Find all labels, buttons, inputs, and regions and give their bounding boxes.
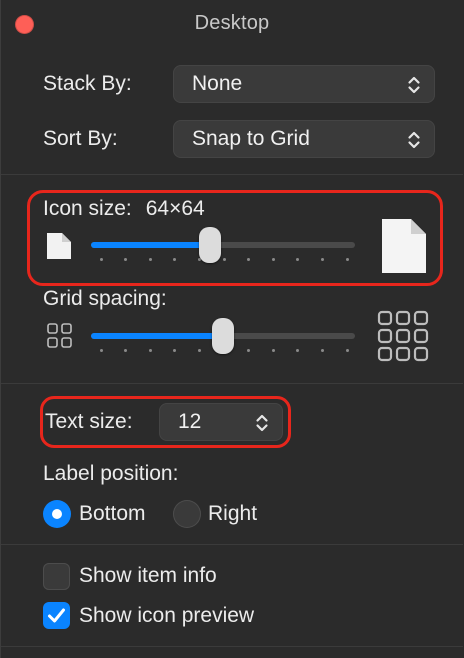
text-size-label: Text size: xyxy=(45,410,133,433)
titlebar: Desktop xyxy=(1,0,463,50)
grid-spacing-slider-thumb[interactable] xyxy=(212,318,234,354)
radio-bottom[interactable] xyxy=(43,500,71,528)
slider-tick xyxy=(222,258,226,261)
stack-by-label: Stack By: xyxy=(43,72,132,95)
stack-by-popup[interactable]: None xyxy=(173,65,435,103)
small-grid-icon xyxy=(47,323,72,348)
show-icon-preview-checkbox[interactable] xyxy=(43,602,70,629)
radio-bottom-label[interactable]: Bottom xyxy=(79,502,146,526)
slider-tick xyxy=(271,349,275,352)
sort-by-popup[interactable]: Snap to Grid xyxy=(173,120,435,158)
label-position-label: Label position: xyxy=(43,462,179,485)
chevron-up-down-icon xyxy=(408,76,420,94)
slider-tick xyxy=(173,349,177,352)
slider-tick xyxy=(296,258,300,261)
sort-by-label: Sort By: xyxy=(43,127,118,150)
slider-tick xyxy=(148,349,152,352)
chevron-up-down-icon xyxy=(408,131,420,149)
text-size-popup[interactable]: 12 xyxy=(159,403,283,441)
icon-size-slider-thumb[interactable] xyxy=(198,227,221,263)
slider-tick xyxy=(148,258,152,261)
desktop-view-options-window: Desktop Stack By: None Sort By: Snap to … xyxy=(0,0,463,658)
slider-tick xyxy=(320,349,324,352)
large-grid-icon xyxy=(377,310,429,362)
slider-tick xyxy=(271,258,275,261)
stack-by-value: None xyxy=(192,72,243,95)
show-item-info-checkbox[interactable] xyxy=(43,563,70,590)
chevron-up-down-icon xyxy=(256,414,268,432)
radio-right-label[interactable]: Right xyxy=(208,502,257,526)
slider-tick xyxy=(99,258,103,261)
slider-tick xyxy=(320,258,324,261)
slider-tick xyxy=(99,349,103,352)
slider-tick xyxy=(296,349,300,352)
divider xyxy=(1,174,463,175)
window-title: Desktop xyxy=(194,12,270,34)
slider-tick xyxy=(124,258,128,261)
slider-tick xyxy=(247,258,251,261)
slider-tick xyxy=(124,349,128,352)
small-document-icon xyxy=(47,233,71,259)
icon-size-slider-track[interactable] xyxy=(91,242,355,248)
divider xyxy=(1,383,463,384)
large-document-icon xyxy=(382,219,426,273)
divider xyxy=(1,646,463,647)
text-size-value: 12 xyxy=(178,410,202,433)
checkmark-icon xyxy=(48,608,65,623)
grid-spacing-slider-fill xyxy=(91,333,223,339)
icon-size-value: 64×64 xyxy=(145,197,205,220)
icon-size-slider-fill xyxy=(91,242,210,248)
slider-tick xyxy=(197,349,201,352)
show-icon-preview-label[interactable]: Show icon preview xyxy=(79,604,254,628)
slider-tick xyxy=(345,258,349,261)
slider-tick xyxy=(173,258,177,261)
sort-by-value: Snap to Grid xyxy=(192,127,310,150)
grid-spacing-label: Grid spacing: xyxy=(43,287,167,310)
radio-right[interactable] xyxy=(173,500,201,528)
slider-tick xyxy=(345,349,349,352)
icon-size-label: Icon size: 64×64 xyxy=(43,197,205,220)
slider-tick xyxy=(247,349,251,352)
divider xyxy=(1,544,463,545)
show-item-info-label[interactable]: Show item info xyxy=(79,564,217,588)
